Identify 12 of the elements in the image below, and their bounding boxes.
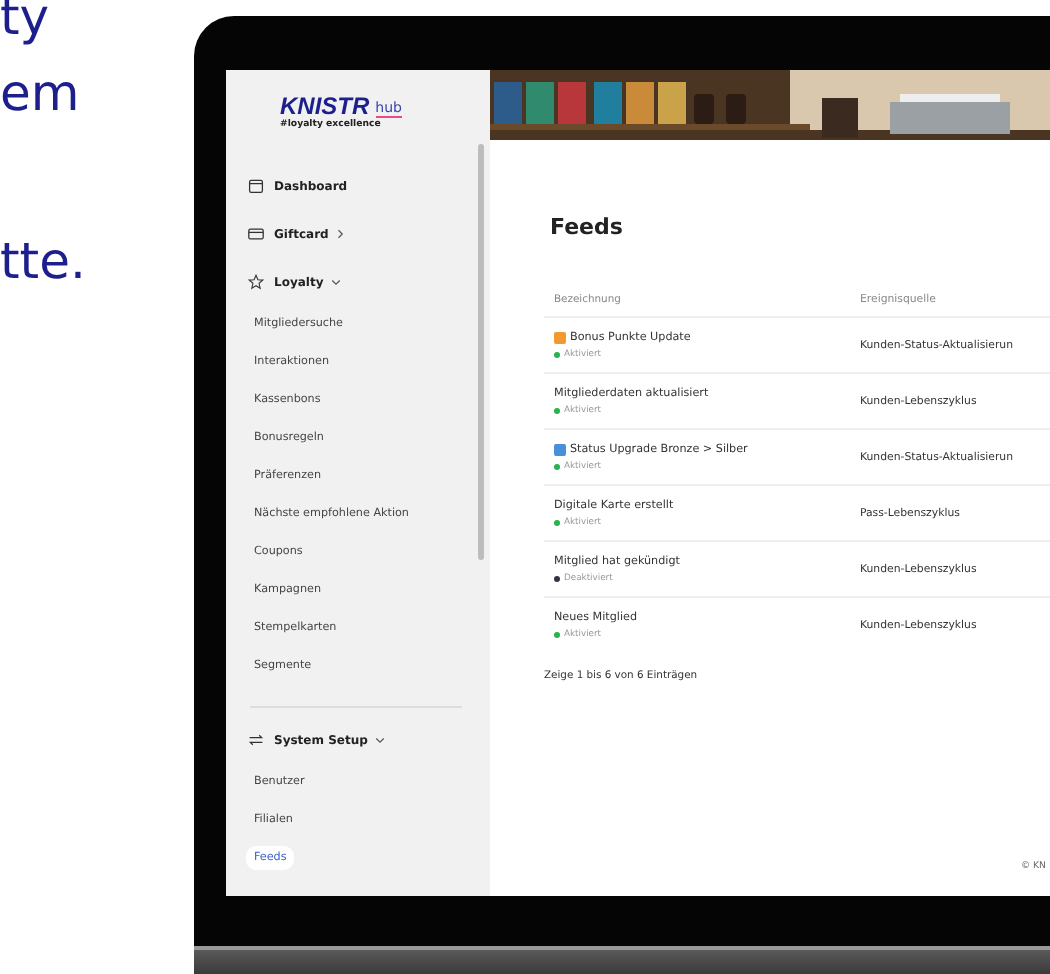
brand-logo: KNISTR: [280, 94, 370, 118]
card-icon: [248, 226, 264, 242]
page-title: Feeds: [550, 214, 625, 240]
star-icon: [248, 274, 264, 290]
calendar-icon: [248, 178, 264, 194]
chevron-icon: [373, 734, 386, 746]
chevron-icon: [329, 276, 342, 288]
headline-text: em: [0, 64, 82, 124]
swap-icon: [248, 732, 264, 748]
headline-text: tte.: [0, 232, 88, 292]
scrollbar[interactable]: [478, 144, 484, 560]
chevron-icon: [334, 228, 347, 240]
